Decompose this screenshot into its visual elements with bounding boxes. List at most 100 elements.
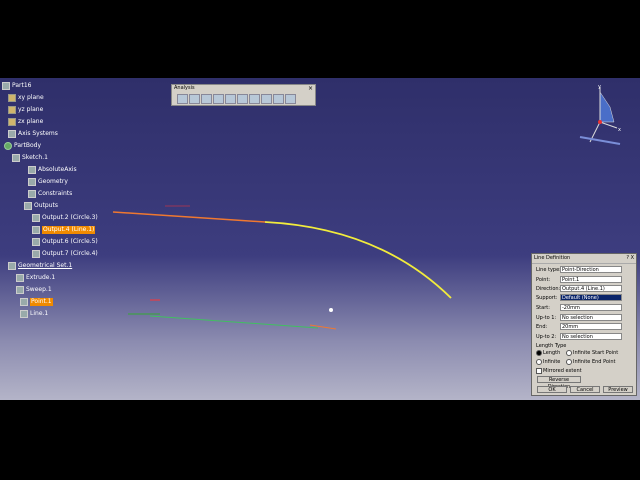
end-label: End: <box>536 324 548 330</box>
reverse-direction-button[interactable]: Reverse Direction <box>537 376 581 390</box>
end-field[interactable]: 20mm <box>560 323 622 330</box>
direction-field[interactable]: Output.4 (Line.1) <box>560 285 622 292</box>
tree-item-label: Line.1 <box>30 310 49 317</box>
cancel-button[interactable]: Cancel <box>570 386 600 393</box>
mirrored-label: Mirrored extent <box>543 368 582 374</box>
tree-item[interactable]: zx plane <box>8 118 43 126</box>
tree-item[interactable]: Sketch.1 <box>12 154 48 162</box>
infinite-start-label: Infinite Start Point <box>573 350 619 356</box>
support-field[interactable]: Default (None) <box>560 294 622 301</box>
tree-item[interactable]: Output.4 (Line.1) <box>32 226 96 234</box>
dialog-title: Line Definition <box>534 255 571 261</box>
radio-icon <box>536 358 542 365</box>
close-icon[interactable]: × <box>308 85 313 92</box>
tree-item-label: AbsoluteAxis <box>38 166 77 173</box>
tree-item[interactable]: Axis Systems <box>8 130 58 138</box>
checkbox-icon <box>536 367 542 374</box>
tree-item[interactable]: Output.6 (Circle.5) <box>32 238 98 246</box>
length-radio-label: Length <box>543 350 561 356</box>
start-label: Start: <box>536 305 550 311</box>
tree-item[interactable]: Geometry <box>28 178 68 186</box>
tree-item-label: Sketch.1 <box>22 154 48 161</box>
tree-item[interactable]: Output.7 (Circle.4) <box>32 250 98 258</box>
plane-icon <box>8 106 16 114</box>
compass-x-axis <box>599 121 618 129</box>
mirrored-checkbox[interactable]: Mirrored extent <box>536 367 582 375</box>
sweep-icon <box>16 286 24 294</box>
inflection-lines-icon[interactable] <box>261 94 272 104</box>
cutting-plane-icon[interactable] <box>237 94 248 104</box>
infinite-radio[interactable]: Infinite <box>536 358 560 366</box>
dialog-title-buttons[interactable]: ? X <box>626 254 634 263</box>
porcupine-icon[interactable] <box>285 94 296 104</box>
extrude-icon <box>16 274 24 282</box>
support-label: Support: <box>536 295 558 301</box>
tree-item[interactable]: Output.2 (Circle.3) <box>32 214 98 222</box>
highlight-lines-icon[interactable] <box>273 94 284 104</box>
folder-icon <box>24 202 32 210</box>
line-type-label: Line type: <box>536 267 561 273</box>
tree-item[interactable]: xy plane <box>8 94 44 102</box>
analysis-toolbar-title: Analysis <box>172 85 315 92</box>
tree-item-label: Sweep.1 <box>26 286 52 293</box>
infinite-radio-label: Infinite <box>543 359 561 365</box>
tree-item[interactable]: Line.1 <box>20 310 48 318</box>
draft-analysis-icon[interactable] <box>201 94 212 104</box>
tree-item[interactable]: Part16 <box>2 82 31 90</box>
tree-item-label: Geometry <box>38 178 68 185</box>
geometry-icon <box>28 178 36 186</box>
tree-item[interactable]: Outputs <box>24 202 58 210</box>
tree-item[interactable]: Constraints <box>28 190 72 198</box>
point-icon <box>20 298 28 306</box>
infinite-end-radio[interactable]: Infinite End Point <box>566 358 615 366</box>
tree-item[interactable]: yz plane <box>8 106 43 114</box>
tree-item-label: Output.7 (Circle.4) <box>42 250 98 257</box>
upto2-label: Up-to 2: <box>536 334 557 340</box>
reflection-lines-icon[interactable] <box>249 94 260 104</box>
tree-item[interactable]: Geometrical Set.1 <box>8 262 72 270</box>
ok-button[interactable]: OK <box>537 386 567 393</box>
orange-marker <box>309 324 337 330</box>
tree-item-label: yz plane <box>18 106 44 113</box>
tree-item[interactable]: Extrude.1 <box>16 274 55 282</box>
compass-z-label: y <box>598 84 601 90</box>
distance-analysis-icon[interactable] <box>225 94 236 104</box>
point-label: Point: <box>536 277 551 283</box>
tree-item-label: Point.1 <box>30 298 53 306</box>
plane-icon <box>8 94 16 102</box>
line-definition-dialog[interactable]: Line Definition ? X Line type: Point-Dir… <box>531 253 637 396</box>
dialog-titlebar[interactable]: Line Definition ? X <box>532 254 636 264</box>
tree-item-label: Part16 <box>12 82 32 89</box>
radio-icon <box>536 349 542 356</box>
compass-plane-icon <box>599 91 615 123</box>
direction-label: Direction: <box>536 286 561 292</box>
curvature-analysis-icon[interactable] <box>213 94 224 104</box>
tree-item[interactable]: Point.1 <box>20 298 53 306</box>
line-type-select[interactable]: Point-Direction <box>560 266 622 273</box>
feature-draft-icon[interactable] <box>189 94 200 104</box>
compass-widget[interactable]: y x <box>570 82 630 152</box>
point-field[interactable]: Point.1 <box>560 276 622 283</box>
tree-item[interactable]: AbsoluteAxis <box>28 166 77 174</box>
tree-item[interactable]: PartBody <box>4 142 41 150</box>
connect-checker-icon[interactable] <box>177 94 188 104</box>
tree-item-label: Axis Systems <box>18 130 58 137</box>
geoset-icon <box>8 262 16 270</box>
upto1-label: Up-to 1: <box>536 315 557 321</box>
yellow-curve <box>264 221 452 299</box>
upto2-field[interactable]: No selection <box>560 333 622 340</box>
start-field[interactable]: -20mm <box>560 304 622 311</box>
tree-item-label: Geometrical Set.1 <box>18 262 73 269</box>
length-radio[interactable]: Length <box>536 349 560 357</box>
cursor-marker <box>329 308 333 312</box>
analysis-toolbar[interactable]: Analysis × <box>171 84 316 106</box>
tree-item-label: Constraints <box>38 190 73 197</box>
tree-item[interactable]: Sweep.1 <box>16 286 52 294</box>
axis-icon <box>8 130 16 138</box>
tree-item-label: zx plane <box>18 118 44 125</box>
infinite-start-radio[interactable]: Infinite Start Point <box>566 349 618 357</box>
output-icon <box>32 238 40 246</box>
upto1-field[interactable]: No selection <box>560 314 622 321</box>
output-icon <box>32 250 40 258</box>
preview-button[interactable]: Preview <box>603 386 633 393</box>
